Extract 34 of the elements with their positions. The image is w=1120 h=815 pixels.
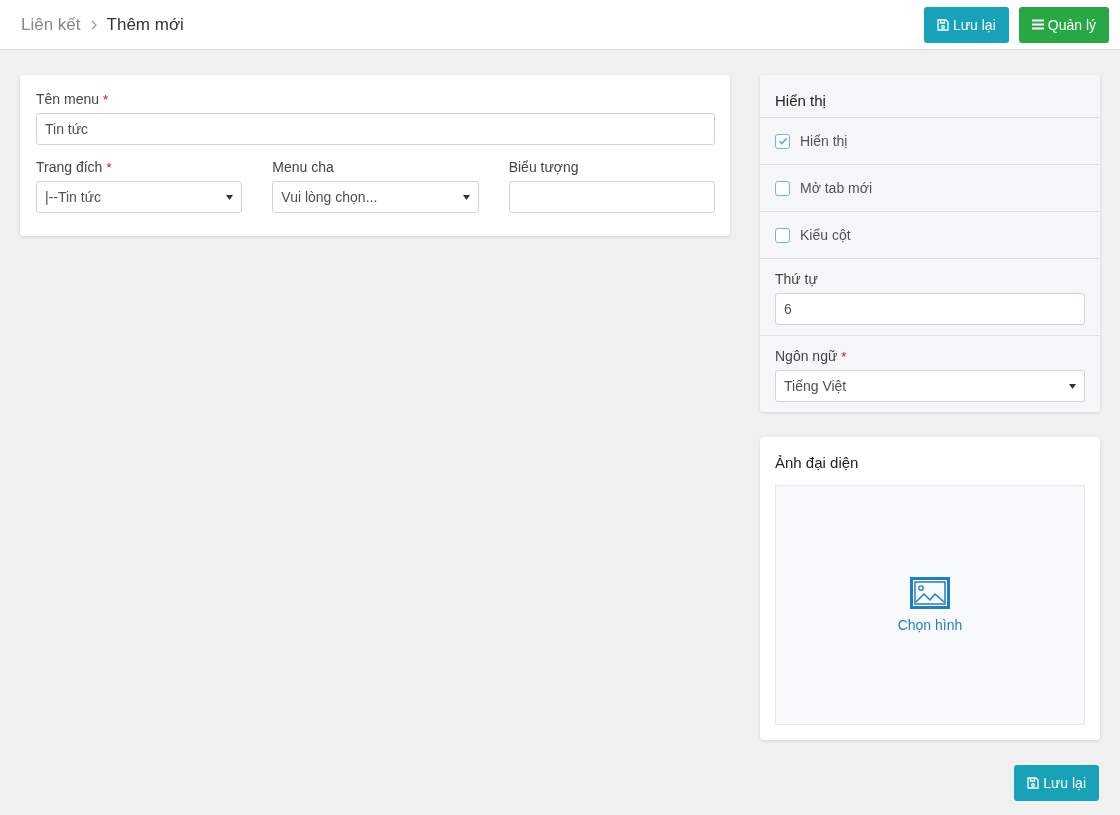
- caret-icon: [226, 194, 234, 200]
- checkbox[interactable]: [775, 133, 790, 149]
- manage-button[interactable]: Quản lý: [1018, 6, 1109, 43]
- checkbox[interactable]: [775, 180, 790, 196]
- choose-image-link[interactable]: Chọn hình: [897, 617, 963, 633]
- panel-title: Hiển thị: [774, 91, 827, 111]
- check-icon: [777, 136, 788, 146]
- panel-title: Ảnh đại diện: [775, 454, 860, 471]
- language-select[interactable]: Tiếng Việt: [775, 370, 1085, 402]
- checkbox[interactable]: [775, 227, 790, 243]
- image-icon: [910, 577, 950, 609]
- field-label: Trang đích *: [36, 159, 113, 175]
- menu-name-field[interactable]: Tin tức: [36, 113, 715, 145]
- checkbox-label: Kiểu cột: [800, 227, 851, 243]
- menu-icon: [1031, 19, 1044, 30]
- caret-icon: [1069, 383, 1076, 389]
- field-label: Biểu tượng: [508, 159, 580, 175]
- target-page-select[interactable]: |--Tin tức: [36, 181, 243, 213]
- field-label: Ngôn ngữ *: [775, 348, 848, 364]
- field-label: Menu cha: [272, 159, 335, 175]
- caret-icon: [462, 194, 470, 200]
- breadcrumb-item: Thêm mới: [106, 14, 184, 35]
- save-button[interactable]: Lưu lại: [1014, 765, 1099, 801]
- icon-class-field[interactable]: [508, 181, 715, 213]
- breadcrumb-item[interactable]: Liên kết: [21, 14, 81, 35]
- chevron-right-icon: [90, 19, 97, 30]
- parent-menu-select[interactable]: Vui lòng chọn...: [272, 181, 479, 213]
- order-field[interactable]: 6: [775, 293, 1085, 325]
- checkbox-label: Hiển thị: [800, 133, 848, 149]
- save-button[interactable]: Lưu lại: [923, 6, 1009, 43]
- field-label: Tên menu *: [36, 91, 110, 107]
- image-drop-area[interactable]: Chọn hình: [775, 485, 1085, 725]
- field-label: Thứ tự: [775, 271, 819, 287]
- checkbox-label: Mở tab mới: [800, 180, 873, 196]
